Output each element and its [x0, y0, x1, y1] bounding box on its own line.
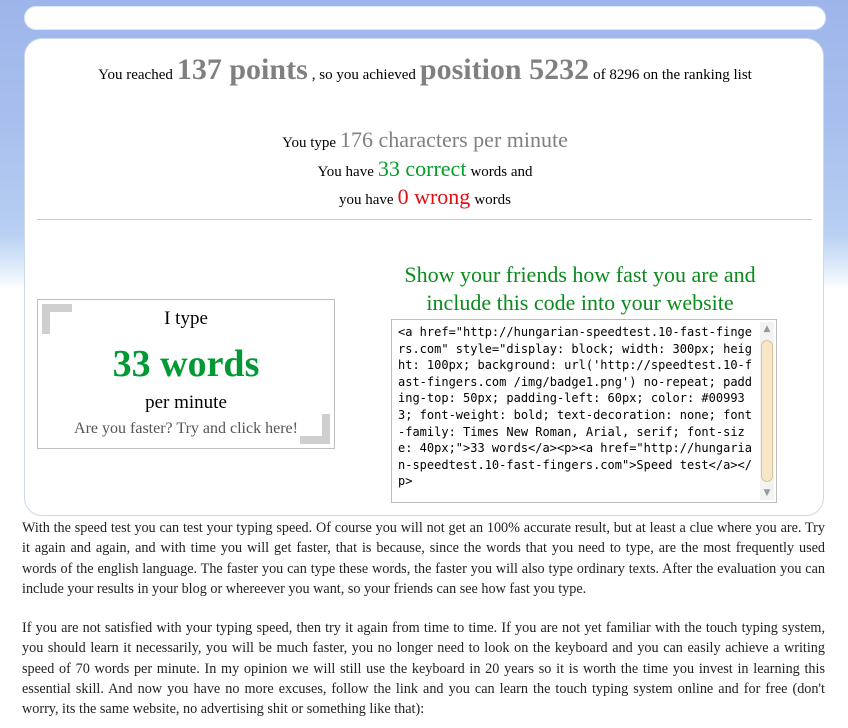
scroll-up-icon[interactable]: ▲ — [760, 322, 774, 336]
badge-line-1: I type — [164, 308, 208, 329]
cpm-line: You type 176 characters per minute — [25, 127, 825, 153]
wrong-line: you have 0 wrong words — [25, 184, 825, 210]
type-prefix: You type — [282, 135, 337, 151]
ranking-line: You reached 137 points , so you achieved… — [25, 53, 825, 87]
wrong-count: 0 wrong — [397, 184, 471, 209]
badge-line-3: per minute — [145, 392, 227, 413]
correct-line: You have 33 correct words and — [25, 156, 825, 182]
section-divider — [37, 219, 812, 220]
code-scrollbar[interactable]: ▲ ▼ — [760, 322, 774, 500]
correct-count: 33 correct — [377, 156, 467, 181]
cpm-value: 176 characters per minute — [340, 127, 568, 152]
top-bar — [24, 6, 826, 30]
badge-cta: Are you faster? Try and click here! — [74, 420, 298, 437]
embed-code-text: <a href="http://hungarian-speedtest.10-f… — [398, 325, 753, 489]
wrong-suffix: words — [474, 192, 511, 208]
badge-words: 33 words — [112, 343, 260, 385]
embed-code-textarea[interactable]: <a href="http://hungarian-speedtest.10-f… — [391, 319, 777, 503]
speed-badge-link[interactable]: I type 33 words per minute Are you faste… — [37, 299, 335, 449]
share-title: Show your friends how fast you are and i… — [404, 262, 756, 315]
have-prefix: You have — [317, 164, 374, 180]
reached-prefix: You reached — [98, 67, 173, 83]
have-prefix-2: you have — [339, 192, 394, 208]
ranking-suffix: of 8296 on the ranking list — [593, 67, 752, 83]
scroll-down-icon[interactable]: ▼ — [760, 486, 774, 500]
scroll-thumb[interactable] — [761, 340, 773, 482]
results-panel: You reached 137 points , so you achieved… — [24, 38, 824, 516]
points-value: 137 points — [176, 53, 308, 86]
correct-suffix: words and — [470, 164, 533, 180]
intro-paragraph: With the speed test you can test your ty… — [22, 520, 825, 597]
position-value: position 5232 — [419, 53, 590, 86]
achieved-text: , so you achieved — [311, 67, 416, 83]
touch-typing-paragraph: If you are not satisfied with your typin… — [22, 620, 825, 718]
